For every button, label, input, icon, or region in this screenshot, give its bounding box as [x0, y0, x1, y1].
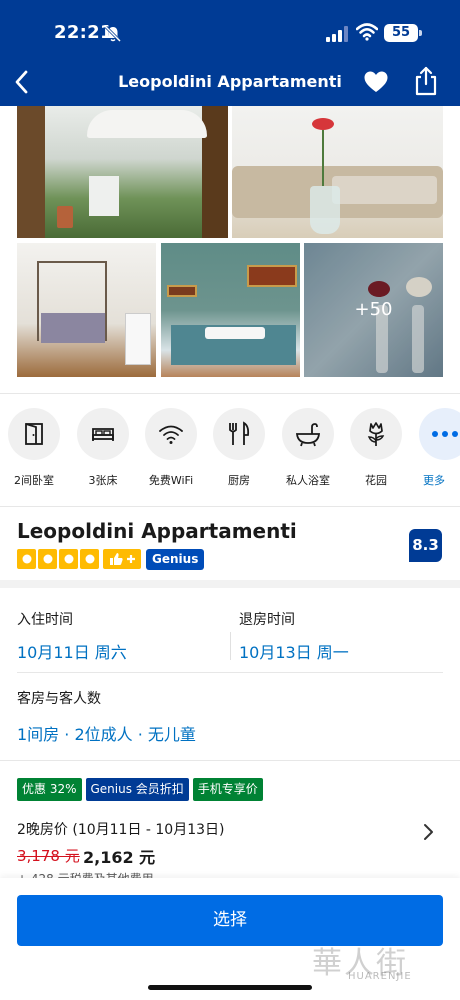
divider — [0, 760, 460, 761]
chevron-right-icon[interactable] — [422, 822, 436, 842]
gallery-photo-more[interactable]: +50 — [304, 243, 443, 377]
amenity-beds[interactable]: 3张床 — [69, 408, 137, 488]
section-separator — [0, 580, 460, 588]
review-score-badge[interactable]: 8.3 — [409, 529, 442, 562]
nav-bar: Leopoldini Appartamenti — [0, 62, 460, 106]
price-summary[interactable]: 优惠 32% Genius 会员折扣 手机专享价 2晚房价 (10月11日 - … — [0, 762, 460, 880]
share-icon[interactable] — [413, 66, 439, 96]
amenity-label: 免费WiFi — [148, 474, 194, 487]
amenity-label: 3张床 — [88, 474, 118, 487]
star-icon — [80, 549, 99, 569]
more-dots-icon — [432, 431, 458, 437]
checkout-label: 退房时间 — [239, 612, 295, 628]
home-indicator — [148, 985, 312, 990]
bottom-action-bar: 选择 華人街 HUARENJIE — [0, 878, 460, 1000]
amenity-bedrooms[interactable]: 2间卧室 — [0, 408, 68, 488]
amenities-row: 2间卧室 3张床 免费WiFi 厨房 私人浴室 花园 更多 — [0, 408, 460, 498]
amenity-private-bath[interactable]: 私人浴室 — [274, 408, 342, 488]
amenity-label: 2间卧室 — [14, 474, 54, 487]
gallery-photo-living-room[interactable] — [232, 106, 443, 238]
discount-tag: 优惠 32% — [17, 778, 82, 801]
amenity-more[interactable]: 更多 — [410, 408, 460, 488]
amenity-label: 厨房 — [228, 474, 250, 487]
door-icon — [25, 423, 43, 445]
page-title: Leopoldini Appartamenti — [118, 72, 342, 91]
genius-discount-tag: Genius 会员折扣 — [85, 778, 189, 801]
photo-gallery: +50 — [0, 106, 460, 391]
more-photos-count: +50 — [354, 299, 393, 320]
cell-signal-icon — [326, 26, 348, 42]
checkin-label: 入住时间 — [17, 612, 73, 628]
date-selector: 入住时间 10月11日 周六 退房时间 10月13日 周一 — [0, 588, 460, 672]
mobile-price-tag: 手机专享价 — [192, 778, 263, 801]
status-bar: 22:21 55 — [0, 0, 460, 62]
fork-knife-icon — [229, 421, 250, 445]
gallery-photo-garden[interactable] — [17, 106, 228, 238]
bed-icon — [92, 428, 114, 441]
current-price: 2,162 元 — [83, 848, 156, 867]
room-guest-selector[interactable]: 客房与客人数 1间房 · 2位成人 · 无儿童 — [0, 672, 460, 760]
star-icon — [17, 549, 36, 569]
divider — [0, 506, 460, 507]
checkin-value[interactable]: 10月11日 周六 — [17, 639, 127, 663]
gallery-photo-canopy-bedroom[interactable] — [17, 243, 156, 377]
heart-icon[interactable] — [363, 70, 389, 94]
amenity-label: 私人浴室 — [286, 474, 330, 487]
price-date-range: 2晚房价 (10月11日 - 10月13日) — [17, 822, 225, 838]
wifi-status-icon — [356, 23, 378, 41]
amenity-label: 更多 — [423, 474, 445, 487]
bathtub-icon — [295, 423, 321, 447]
app-header: 22:21 55 Leopoldini Appartamenti — [0, 0, 460, 106]
genius-badge: Genius — [146, 549, 205, 570]
property-header: Leopoldini Appartamenti Genius 8.3 — [0, 512, 460, 580]
divider — [0, 393, 460, 394]
star-icon — [38, 549, 57, 569]
deal-tags: 优惠 32% Genius 会员折扣 手机专享价 — [17, 778, 267, 801]
date-divider — [230, 632, 231, 660]
property-name: Leopoldini Appartamenti — [17, 519, 297, 543]
star-icon — [59, 549, 78, 569]
amenity-kitchen[interactable]: 厨房 — [205, 408, 273, 488]
checkout-value[interactable]: 10月13日 周一 — [239, 639, 349, 663]
watermark: 華人街 HUARENJIE — [300, 938, 460, 993]
gallery-photo-bedroom[interactable] — [161, 243, 300, 377]
guests-value[interactable]: 1间房 · 2位成人 · 无儿童 — [17, 721, 196, 745]
bell-slash-icon — [104, 25, 122, 43]
watermark-text: HUARENJIE — [348, 971, 412, 982]
guests-label: 客房与客人数 — [17, 691, 101, 707]
star-rating — [17, 549, 141, 569]
amenity-wifi[interactable]: 免费WiFi — [137, 408, 205, 488]
wifi-icon — [159, 425, 183, 444]
battery-indicator: 55 — [384, 24, 422, 42]
thumbs-up-plus-icon — [103, 549, 141, 569]
original-price: 3,178 元 — [17, 847, 80, 865]
flower-icon — [367, 422, 385, 446]
